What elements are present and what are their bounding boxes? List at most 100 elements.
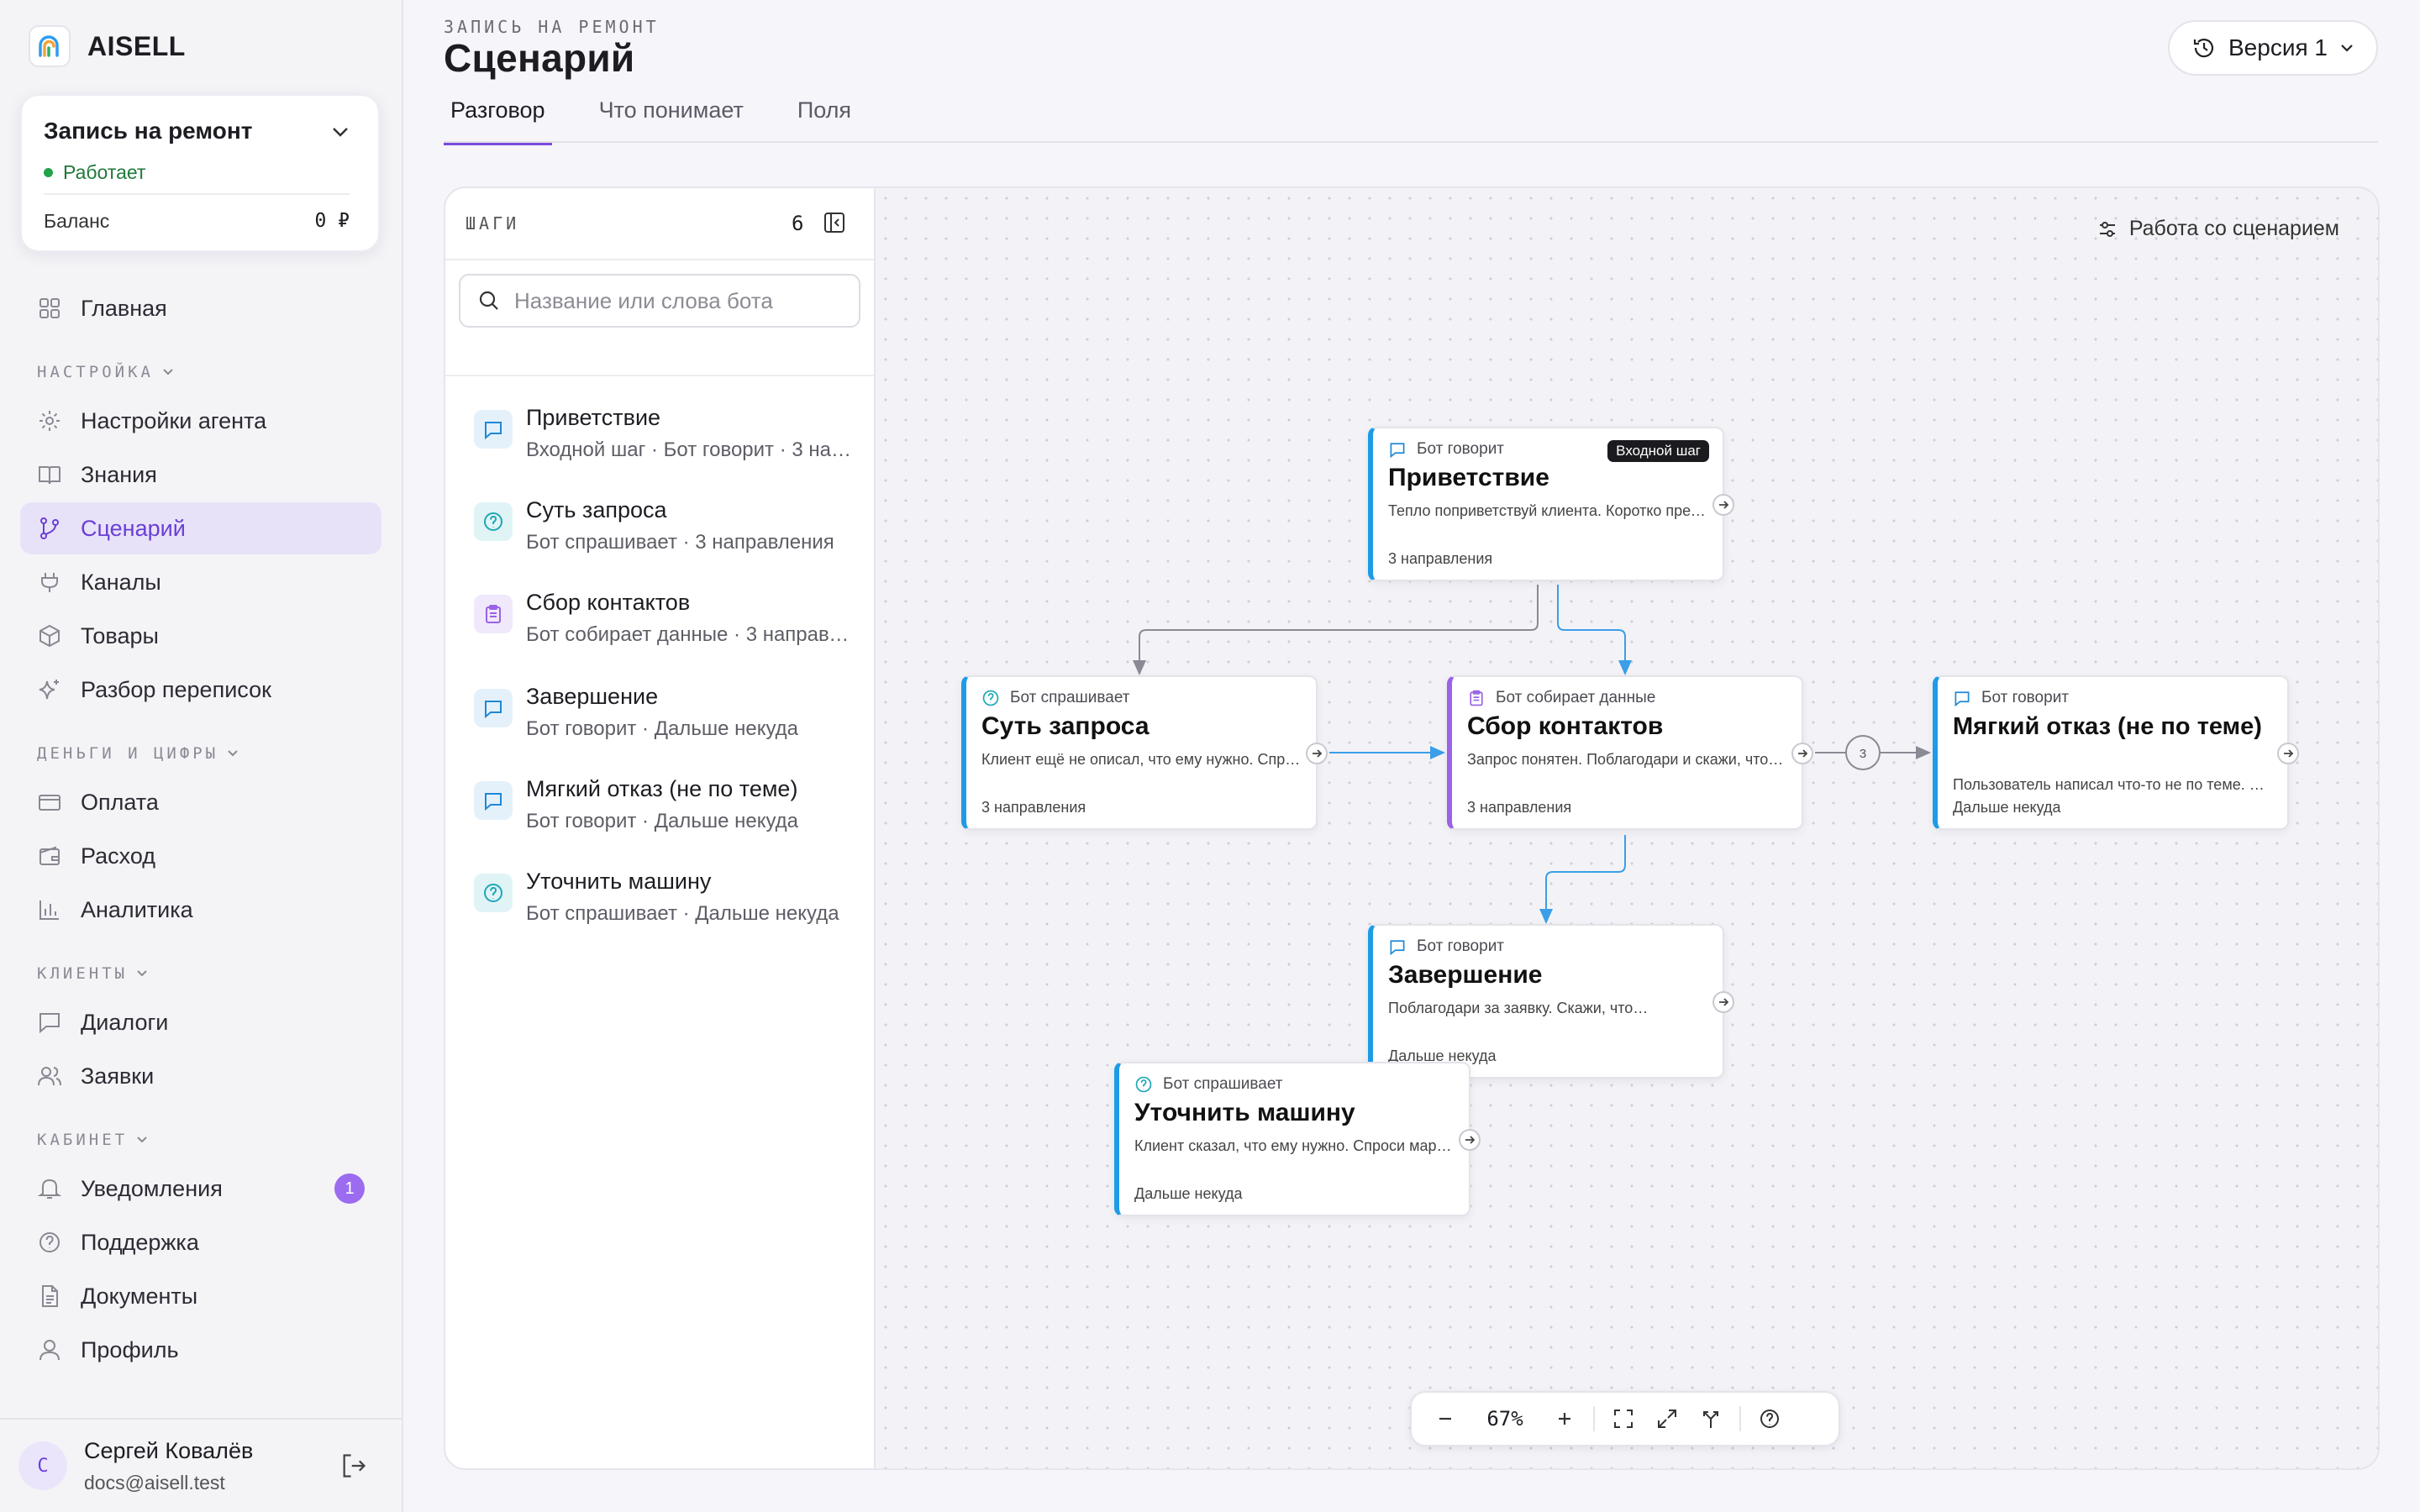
wallet-icon	[39, 846, 60, 865]
nav-products[interactable]: Товары	[20, 610, 381, 662]
nav-home-label: Главная	[81, 295, 167, 321]
balance-label: Баланс	[44, 210, 110, 232]
section-clients[interactable]: КЛИЕНТЫ	[37, 964, 148, 983]
project-selector[interactable]: Запись на ремонт Работает Баланс 0 ₽	[20, 94, 380, 252]
section-cabinet[interactable]: КАБИНЕТ	[37, 1131, 148, 1149]
fit-view-button[interactable]	[1602, 1397, 1645, 1441]
nav-profile-label: Профиль	[81, 1336, 179, 1362]
node-type: Бот спрашивает	[1134, 1075, 1282, 1094]
auto-layout-button[interactable]	[1689, 1397, 1733, 1441]
nav-payment[interactable]: Оплата	[20, 776, 381, 828]
step-title: Завершение	[526, 684, 659, 709]
chevron-down-icon	[333, 128, 348, 137]
node-footer: Дальше некуда	[1953, 799, 2061, 816]
steps-search[interactable]	[459, 274, 860, 328]
scenario-canvas[interactable]: Работа со сценарием 3 Бот говорит Входно…	[876, 186, 2380, 1470]
add-branch-handle[interactable]	[1459, 1129, 1481, 1151]
step-item-greeting[interactable]: Приветствие Входной шаг · Бот говорит · …	[474, 405, 860, 480]
step-item-contacts[interactable]: Сбор контактов Бот собирает данные · 3 н…	[474, 590, 860, 665]
add-branch-handle[interactable]	[1791, 743, 1813, 764]
edge-contacts-finish	[1539, 835, 1626, 924]
zoom-out-button[interactable]	[1423, 1397, 1467, 1441]
nav-notifications[interactable]: Уведомления 1	[20, 1163, 381, 1215]
nav-agent-settings[interactable]: Настройки агента	[20, 395, 381, 447]
book-icon	[39, 466, 60, 485]
plug-icon	[41, 573, 58, 592]
user-icon	[39, 1340, 60, 1361]
tab-understands[interactable]: Что понимает	[592, 91, 750, 145]
node-refusal[interactable]: Бот говорит Мягкий отказ (не по теме) По…	[1933, 675, 2299, 830]
nav-dialogs[interactable]: Диалоги	[20, 996, 381, 1048]
avatar[interactable]: С	[18, 1441, 67, 1490]
nav-knowledge[interactable]: Знания	[20, 449, 381, 501]
collapse-panel-icon[interactable]	[822, 210, 847, 235]
tab-conversation[interactable]: Разговор	[444, 91, 552, 145]
minus-icon	[1439, 1417, 1451, 1420]
add-branch-handle[interactable]	[1712, 991, 1734, 1013]
node-text: Поблагодари за заявку. Скажи, что…	[1388, 1000, 1649, 1016]
nav-analytics-label: Аналитика	[81, 896, 193, 922]
step-subtitle: Бот спрашивает · Дальше некуда	[526, 902, 839, 925]
document-icon	[42, 1285, 58, 1307]
chevron-down-icon	[137, 1137, 147, 1143]
divider	[444, 141, 2378, 143]
node-finish[interactable]: Бот говорит Завершение Поблагодари за за…	[1368, 924, 1734, 1079]
version-selector[interactable]: Версия 1	[2168, 20, 2378, 76]
brand[interactable]: AISELL	[29, 25, 186, 67]
step-item-request[interactable]: Суть запроса Бот спрашивает · 3 направле…	[474, 497, 860, 573]
add-branch-handle[interactable]	[1306, 743, 1328, 764]
step-item-refusal[interactable]: Мягкий отказ (не по теме) Бот говорит · …	[474, 776, 860, 852]
logout-icon[interactable]	[339, 1452, 368, 1480]
node-greeting[interactable]: Бот говорит Входной шаг Приветствие Тепл…	[1368, 427, 1734, 581]
nav-documents-label: Документы	[81, 1283, 198, 1309]
nav-support[interactable]: Поддержка	[20, 1216, 381, 1268]
nav-profile[interactable]: Профиль	[20, 1324, 381, 1376]
node-type: Бот говорит	[1388, 937, 1504, 956]
step-item-clarify[interactable]: Уточнить машину Бот спрашивает · Дальше …	[474, 869, 860, 944]
nav-home[interactable]: Главная	[20, 282, 381, 334]
question-icon	[474, 874, 513, 912]
tab-fields[interactable]: Поля	[791, 91, 858, 145]
sparkle-icon	[39, 680, 59, 700]
nav-chat-review[interactable]: Разбор переписок	[20, 664, 381, 716]
edge-greeting-contacts	[1557, 585, 1632, 675]
help-button[interactable]	[1748, 1397, 1791, 1441]
nav-documents[interactable]: Документы	[20, 1270, 381, 1322]
node-request[interactable]: Бот спрашивает Суть запроса Клиент ещё н…	[961, 675, 1328, 830]
node-footer: 3 направления	[981, 799, 1086, 816]
step-item-finish[interactable]: Завершение Бот говорит · Дальше некуда	[474, 684, 860, 759]
chevron-down-icon	[163, 369, 173, 375]
node-clarify[interactable]: Бот спрашивает Уточнить машину Клиент ск…	[1114, 1062, 1481, 1216]
step-subtitle: Бот говорит · Дальше некуда	[526, 717, 799, 740]
message-icon	[474, 410, 513, 449]
nav-channels[interactable]: Каналы	[20, 556, 381, 608]
page-title: Сценарий	[444, 36, 635, 80]
status-dot	[44, 168, 53, 177]
step-subtitle: Бот говорит · Дальше некуда	[526, 810, 799, 832]
clipboard-icon	[474, 595, 513, 633]
node-type-label: Бот спрашивает	[1163, 1075, 1283, 1093]
node-contacts[interactable]: Бот собирает данные Сбор контактов Запро…	[1447, 675, 1813, 830]
nav-requests[interactable]: Заявки	[20, 1050, 381, 1102]
steps-search-input[interactable]	[514, 287, 850, 314]
page-eyebrow: ЗАПИСЬ НА РЕМОНТ	[444, 17, 660, 37]
nav-requests-label: Заявки	[81, 1063, 155, 1089]
fullscreen-button[interactable]	[1645, 1397, 1689, 1441]
question-icon	[1135, 1076, 1152, 1093]
entry-step-badge: Входной шаг	[1607, 440, 1709, 462]
nav-analytics[interactable]: Аналитика	[20, 884, 381, 936]
node-text: Тепло поприветствуй клиента. Коротко пре…	[1388, 502, 1707, 519]
node-text: Пользователь написал что-то не по теме. …	[1953, 776, 2272, 793]
steps-heading: ШАГИ	[466, 213, 520, 234]
add-branch-handle[interactable]	[2277, 743, 2299, 764]
section-money[interactable]: ДЕНЬГИ И ЦИФРЫ	[37, 744, 239, 763]
zoom-toolbar: 67%	[1410, 1391, 1840, 1446]
nav-expense[interactable]: Расход	[20, 830, 381, 882]
step-title: Мягкий отказ (не по теме)	[526, 776, 798, 801]
add-branch-handle[interactable]	[1712, 494, 1734, 516]
step-subtitle: Входной шаг · Бот говорит · 3 направлени…	[526, 438, 860, 461]
tabs: Разговор Что понимает Поля	[444, 91, 858, 145]
section-settings[interactable]: НАСТРОЙКА	[37, 363, 174, 381]
nav-scenario[interactable]: Сценарий	[20, 502, 381, 554]
zoom-in-button[interactable]	[1543, 1397, 1586, 1441]
